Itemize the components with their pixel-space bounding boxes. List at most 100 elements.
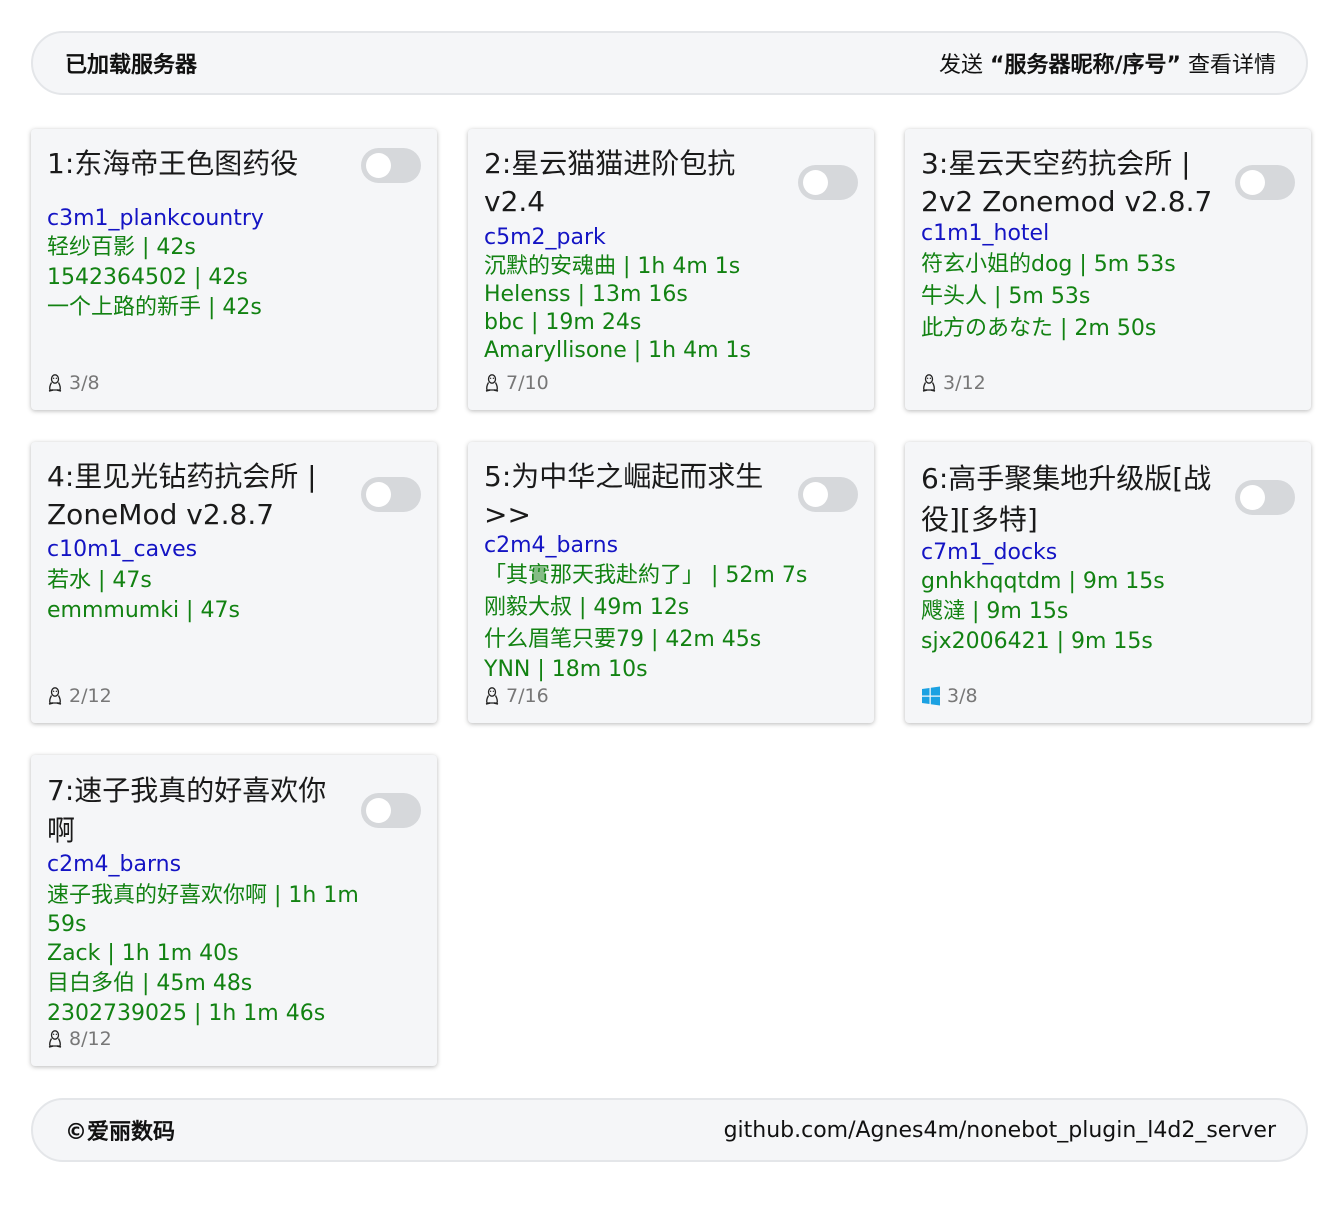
player-entry: emmmumki | 47s [47, 598, 240, 623]
server-title: 2:星云猫猫进阶包抗 v2.4 [484, 145, 735, 221]
footer-bar: ©爱丽数码 github.com/Agnes4m/nonebot_plugin_… [31, 1098, 1308, 1162]
toggle-knob [803, 482, 828, 507]
player-count-value: 3/8 [69, 372, 100, 394]
server-title-line: 4:里见光钻药抗会所 | [47, 460, 317, 493]
server-title-line: 3:星云天空药抗会所 | [921, 147, 1191, 180]
player-entry: sjx2006421 | 9m 15s [921, 629, 1153, 654]
server-title-line: ZoneMod v2.8.7 [47, 498, 275, 531]
server-card: 7:速子我真的好喜欢你 啊 c2m4_barns 速子我真的好喜欢你啊 | 1h… [31, 755, 437, 1066]
server-title-line: 7:速子我真的好喜欢你 [47, 774, 327, 807]
server-title: 6:高手聚集地升级版[战 役][多特] [921, 458, 1211, 540]
map-name: c2m4_barns [484, 533, 619, 558]
player-list: 沉默的安魂曲 | 1h 4m 1s Helenss | 13m 16s bbc … [484, 253, 751, 365]
server-title-line: 6:高手聚集地升级版[战 [921, 462, 1212, 495]
server-toggle[interactable] [361, 477, 421, 512]
toggle-knob [1240, 170, 1265, 195]
player-count-value: 2/12 [69, 685, 112, 707]
player-entry: 「其實那天我赴約了」 | 52m 7s [484, 563, 808, 588]
player-count: 3/8 [47, 372, 100, 394]
server-title-line: 1:东海帝王色图药役 [47, 147, 299, 180]
toggle-knob [366, 482, 391, 507]
header-bar: 已加载服务器 发送 “服务器昵称/序号” 查看详情 [31, 31, 1308, 95]
player-count: 3/8 [921, 685, 978, 707]
header-hint: 发送 “服务器昵称/序号” 查看详情 [939, 47, 1276, 79]
toggle-knob [1240, 485, 1265, 510]
server-title-line: 5:为中华之崛起而求生 [484, 460, 764, 493]
server-title-line: 2v2 Zonemod v2.8.7 [921, 185, 1213, 218]
linux-icon [484, 373, 500, 393]
player-entry: Helenss | 13m 16s [484, 282, 688, 307]
player-count: 7/16 [484, 685, 549, 707]
player-entry: 牛头人 | 5m 53s [921, 284, 1091, 309]
player-count: 2/12 [47, 685, 112, 707]
server-title-line: 啊 [47, 814, 76, 847]
player-entry: bbc | 19m 24s [484, 310, 642, 335]
player-entry: 59s [47, 912, 87, 937]
player-entry: Zack | 1h 1m 40s [47, 941, 239, 966]
player-list: 速子我真的好喜欢你啊 | 1h 1m 59s Zack | 1h 1m 40s … [47, 881, 359, 1029]
linux-icon [47, 1029, 63, 1049]
server-toggle[interactable] [361, 793, 421, 828]
player-entry: 刚毅大叔 | 49m 12s [484, 595, 690, 620]
server-card: 6:高手聚集地升级版[战 役][多特] c7m1_docks gnhkhqqtd… [905, 442, 1311, 723]
linux-icon [921, 373, 937, 393]
player-entry: 符玄小姐的dog | 5m 53s [921, 252, 1176, 277]
server-title-line: 役][多特] [921, 503, 1038, 536]
page-title: 已加载服务器 [65, 53, 198, 78]
player-count-value: 7/16 [506, 685, 549, 707]
repo-link[interactable]: github.com/Agnes4m/nonebot_plugin_l4d2_s… [724, 1118, 1276, 1143]
player-entry: 飕澾 | 9m 15s [921, 599, 1069, 624]
player-entry: gnhkhqqtdm | 9m 15s [921, 569, 1165, 594]
player-count-value: 3/12 [943, 372, 986, 394]
copyright: ©爱丽数码 [65, 1120, 176, 1145]
player-count: 8/12 [47, 1028, 112, 1050]
linux-icon [47, 686, 63, 706]
map-name: c7m1_docks [921, 540, 1058, 565]
toggle-knob [366, 798, 391, 823]
hint-prefix: 发送 [939, 53, 984, 78]
player-count-value: 3/8 [947, 685, 978, 707]
player-count: 7/10 [484, 372, 549, 394]
player-list: gnhkhqqtdm | 9m 15s 飕澾 | 9m 15s sjx20064… [921, 567, 1165, 657]
map-name: c3m1_plankcountry [47, 206, 264, 231]
windows-icon [921, 686, 941, 706]
server-toggle[interactable] [1235, 480, 1295, 515]
server-card: 4:里见光钻药抗会所 | ZoneMod v2.8.7 c10m1_caves … [31, 442, 437, 723]
server-toggle[interactable] [798, 477, 858, 512]
toggle-knob [366, 153, 391, 178]
player-list: 符玄小姐的dog | 5m 53s 牛头人 | 5m 53s 此方のあなた | … [921, 249, 1176, 345]
player-entry: 一个上路的新手 | 42s [47, 295, 262, 320]
player-entry: Amaryllisone | 1h 4m 1s [484, 338, 751, 363]
server-title: 4:里见光钻药抗会所 | ZoneMod v2.8.7 [47, 458, 317, 534]
player-entry: 什么眉笔只要79 | 42m 45s [484, 627, 762, 652]
player-entry: 1542364502 | 42s [47, 265, 248, 290]
player-list: 若水 | 47s emmmumki | 47s [47, 566, 240, 626]
player-entry: 沉默的安魂曲 | 1h 4m 1s [484, 254, 741, 279]
player-entry: 目白多伯 | 45m 48s [47, 971, 253, 996]
player-count: 3/12 [921, 372, 986, 394]
server-title-line: >> [484, 498, 531, 531]
player-count-value: 7/10 [506, 372, 549, 394]
player-list: 轻纱百影 | 42s 1542364502 | 42s 一个上路的新手 | 42… [47, 233, 262, 323]
player-entry: 轻纱百影 | 42s [47, 235, 196, 260]
server-card: 1:东海帝王色图药役 c3m1_plankcountry 轻纱百影 | 42s … [31, 129, 437, 410]
player-entry: 若水 | 47s [47, 568, 152, 593]
map-name: c10m1_caves [47, 537, 198, 562]
server-title-line: 2:星云猫猫进阶包抗 [484, 147, 736, 180]
player-entry: 速子我真的好喜欢你啊 | 1h 1m [47, 883, 359, 908]
server-title: 1:东海帝王色图药役 [47, 145, 298, 183]
linux-icon [47, 373, 63, 393]
server-toggle[interactable] [798, 165, 858, 200]
map-name: c1m1_hotel [921, 221, 1050, 246]
toggle-knob [803, 170, 828, 195]
player-entry: 此方のあなた | 2m 50s [921, 316, 1157, 341]
server-title: 5:为中华之崛起而求生 >> [484, 458, 763, 534]
hint-command: “服务器昵称/序号” [990, 53, 1181, 78]
player-list: 「其實那天我赴約了」 | 52m 7s 刚毅大叔 | 49m 12s 什么眉笔只… [484, 560, 807, 684]
linux-icon [484, 686, 500, 706]
player-entry: YNN | 18m 10s [484, 657, 648, 682]
server-card: 5:为中华之崛起而求生 >> c2m4_barns 「其實那天我赴約了」 | 5… [468, 442, 874, 723]
server-toggle[interactable] [1235, 165, 1295, 200]
server-title-line: v2.4 [484, 185, 546, 218]
server-toggle[interactable] [361, 148, 421, 183]
